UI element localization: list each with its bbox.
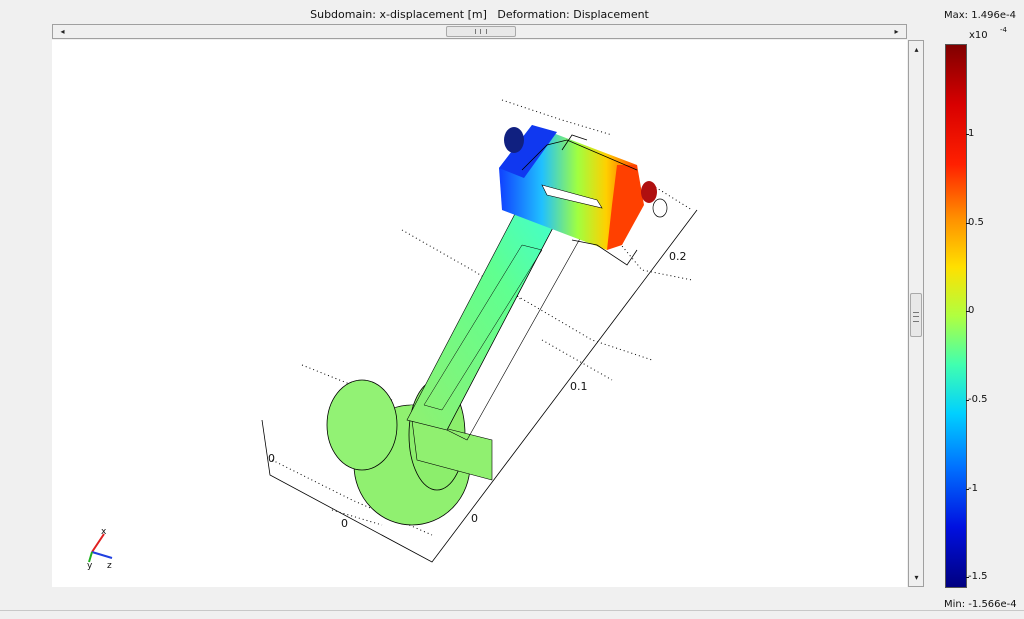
plot-title: Subdomain: x-displacement [m] Deformatio…	[310, 8, 649, 21]
axis-tick-label: 0.2	[669, 250, 687, 263]
scroll-right-icon[interactable]: ▸	[889, 25, 904, 38]
colorbar-tick: 0	[965, 305, 975, 316]
scroll-up-icon[interactable]: ▴	[909, 43, 924, 56]
colorbar-tick: -0.5	[966, 394, 988, 405]
coordinate-triad: x y z	[87, 527, 113, 571]
scroll-left-icon[interactable]: ◂	[55, 25, 70, 38]
status-bar	[0, 610, 1024, 619]
triad-x-label: x	[101, 527, 107, 537]
model-3d-view[interactable]: 0.2 0.1 0 0 0 x y z	[52, 40, 907, 587]
colorbar-tick: 1	[965, 128, 975, 139]
vertical-scrollbar[interactable]: ▴ ▾	[908, 40, 924, 587]
grip-icon	[475, 29, 487, 34]
vertical-scroll-thumb[interactable]	[910, 293, 922, 337]
horizontal-scrollbar[interactable]: ◂ ▸	[52, 24, 907, 39]
axis-tick-label: 0	[341, 517, 348, 530]
colorbar-tick: 0.5	[966, 217, 984, 228]
colorbar-tick: -1.5	[966, 571, 988, 582]
colorbar	[945, 44, 967, 588]
colorbar-max-label: Max: 1.496e-4	[944, 10, 1016, 21]
axis-frame	[261, 209, 698, 563]
horizontal-scroll-thumb[interactable]	[446, 26, 516, 37]
colorbar-multiplier: x10	[969, 30, 988, 41]
scroll-down-icon[interactable]: ▾	[909, 571, 924, 584]
triad-y-label: y	[87, 561, 93, 571]
colorbar-exponent: -4	[1000, 26, 1007, 34]
connecting-rod	[406, 209, 583, 441]
plot-window: Subdomain: x-displacement [m] Deformatio…	[0, 0, 1024, 619]
grip-icon	[913, 312, 919, 322]
axis-tick-label: 0.1	[570, 380, 588, 393]
colorbar-min-label: Min: -1.566e-4	[944, 599, 1017, 610]
triad-z-label: z	[107, 561, 112, 571]
axis-tick-label: 0	[268, 452, 275, 465]
axis-tick-label: 0	[471, 512, 478, 525]
colorbar-tick: -1	[966, 483, 978, 494]
piston-boss	[326, 379, 493, 526]
graphics-viewport[interactable]: 0.2 0.1 0 0 0 x y z	[52, 40, 907, 587]
